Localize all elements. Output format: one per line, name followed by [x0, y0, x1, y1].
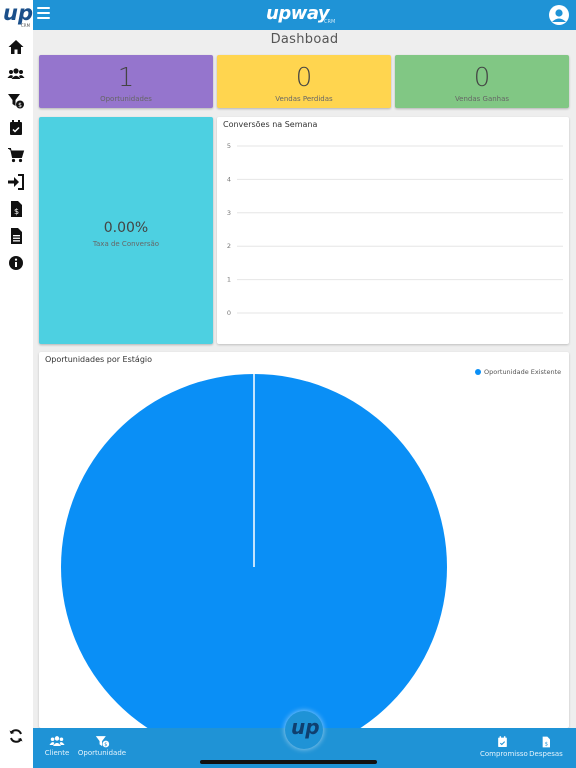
- users-icon[interactable]: [7, 65, 25, 83]
- kpi-oportunidades-card[interactable]: 1 Oportunidades: [39, 55, 213, 108]
- svg-text:$: $: [104, 742, 107, 748]
- cart-icon[interactable]: [7, 146, 25, 164]
- brand-sub: CRM: [324, 19, 336, 25]
- dollar-file-icon[interactable]: $: [7, 200, 25, 218]
- kpi-label: Vendas Perdidas: [275, 95, 333, 103]
- calendar-check-icon[interactable]: [7, 119, 25, 137]
- home-indicator: [200, 760, 377, 764]
- logo-mark: up: [3, 1, 33, 25]
- brand-name: upway: [266, 3, 330, 24]
- sync-icon[interactable]: [8, 728, 24, 744]
- nav-compromisso[interactable]: Compromisso: [480, 728, 528, 768]
- kpi-vendas-perdidas-card[interactable]: 0 Vendas Perdidas: [217, 55, 391, 108]
- kpi-value: 0: [473, 63, 491, 93]
- home-icon[interactable]: [7, 38, 25, 56]
- nav-cliente-label: Cliente: [44, 749, 70, 757]
- y-tick-label: 2: [227, 242, 231, 250]
- calendar-check-icon: [497, 736, 507, 748]
- user-profile-icon[interactable]: [549, 5, 569, 25]
- funnel-dollar-icon[interactable]: $: [7, 92, 25, 110]
- logo-sub: CRM: [21, 23, 31, 28]
- y-tick-label: 4: [227, 175, 231, 183]
- stage-opportunities-panel: Oportunidades por Estágio: [39, 352, 569, 728]
- nav-oportunidade-label: Oportunidade: [77, 749, 127, 757]
- hamburger-menu-icon[interactable]: [37, 7, 50, 19]
- legend-label: Oportunidade Existente: [484, 368, 562, 376]
- weekly-conversions-panel: Conversões na Semana 543210: [217, 117, 569, 344]
- nav-cliente[interactable]: Cliente: [43, 728, 71, 768]
- y-tick-label: 5: [227, 142, 231, 150]
- kpi-vendas-ganhas-card[interactable]: 0 Vendas Ganhas: [395, 55, 569, 108]
- y-tick-label: 1: [227, 276, 231, 284]
- dollar-file-icon: $: [542, 736, 550, 748]
- nav-compromisso-label: Compromisso: [480, 750, 528, 758]
- legend-swatch: [475, 369, 481, 375]
- y-tick-label: 3: [227, 209, 231, 217]
- top-app-bar: upway CRM: [0, 0, 576, 30]
- kpi-label: Oportunidades: [100, 95, 152, 103]
- nav-despesas-label: Despesas: [529, 750, 563, 758]
- kpi-value: 0: [295, 63, 313, 93]
- pie-legend[interactable]: Oportunidade Existente: [475, 368, 561, 376]
- app-logo[interactable]: up CRM: [0, 0, 33, 33]
- conversion-rate-card: 0.00% Taxa de Conversão: [39, 117, 213, 344]
- users-icon: [49, 736, 65, 746]
- sign-in-icon[interactable]: [7, 173, 25, 191]
- stage-pie-chart: [61, 374, 447, 728]
- nav-despesas[interactable]: $ Despesas: [529, 728, 563, 768]
- nav-oportunidade[interactable]: $ Oportunidade: [77, 728, 127, 768]
- info-icon[interactable]: [7, 254, 25, 272]
- home-fab-button[interactable]: up: [285, 711, 323, 749]
- brand-logo: upway CRM: [262, 1, 342, 29]
- sidebar: $ $: [0, 30, 33, 768]
- conversion-rate-label: Taxa de Conversão: [92, 240, 160, 248]
- funnel-dollar-icon: $: [95, 736, 109, 748]
- page-title: Dashboad: [270, 32, 339, 47]
- fab-logo: up: [291, 715, 320, 739]
- document-icon[interactable]: [7, 227, 25, 245]
- weekly-conversions-chart: 5 4 3 2 1 0: [227, 142, 563, 317]
- svg-text:$: $: [18, 102, 22, 109]
- kpi-value: 1: [117, 63, 135, 93]
- svg-text:$: $: [545, 741, 548, 747]
- conversion-rate-value: 0.00%: [103, 220, 149, 236]
- svg-text:$: $: [14, 207, 19, 216]
- y-tick-label: 0: [227, 309, 231, 317]
- kpi-label: Vendas Ganhas: [454, 95, 510, 103]
